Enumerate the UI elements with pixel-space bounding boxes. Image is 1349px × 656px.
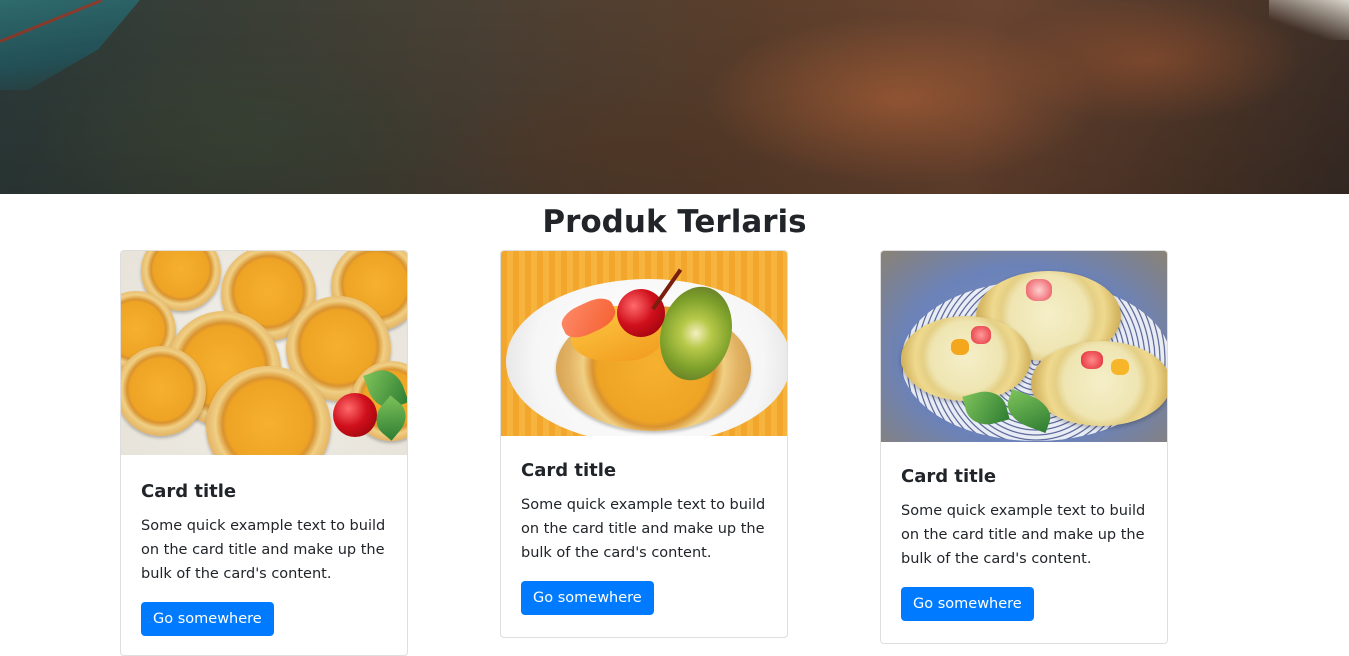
go-somewhere-button[interactable]: Go somewhere	[141, 602, 274, 636]
cherry	[333, 393, 377, 437]
card-image	[121, 251, 407, 455]
cherry	[617, 289, 665, 337]
card-title: Card title	[901, 466, 997, 487]
section-title: Produk Terlaris	[542, 204, 807, 240]
product-card: Card title Some quick example text to bu…	[120, 250, 408, 656]
fruit-piece	[1026, 279, 1052, 301]
fruit-piece	[971, 326, 991, 344]
tart	[121, 346, 206, 436]
product-card: Card title Some quick example text to bu…	[880, 250, 1168, 644]
card-text: Some quick example text to build on the …	[901, 503, 1146, 567]
fruit-piece	[951, 339, 969, 355]
go-somewhere-button[interactable]: Go somewhere	[901, 587, 1034, 621]
go-somewhere-button[interactable]: Go somewhere	[521, 581, 654, 615]
product-card: Card title Some quick example text to bu…	[500, 250, 788, 638]
hero-banner-image	[0, 0, 1349, 194]
fruit-piece	[1081, 351, 1103, 369]
card-text: Some quick example text to build on the …	[521, 497, 766, 561]
card-image	[501, 251, 787, 436]
card-image	[881, 251, 1167, 442]
fruit-piece	[1111, 359, 1129, 375]
hero-shade	[0, 0, 1349, 194]
card-title: Card title	[521, 460, 617, 481]
card-text: Some quick example text to build on the …	[141, 518, 386, 582]
card-title: Card title	[141, 481, 237, 502]
